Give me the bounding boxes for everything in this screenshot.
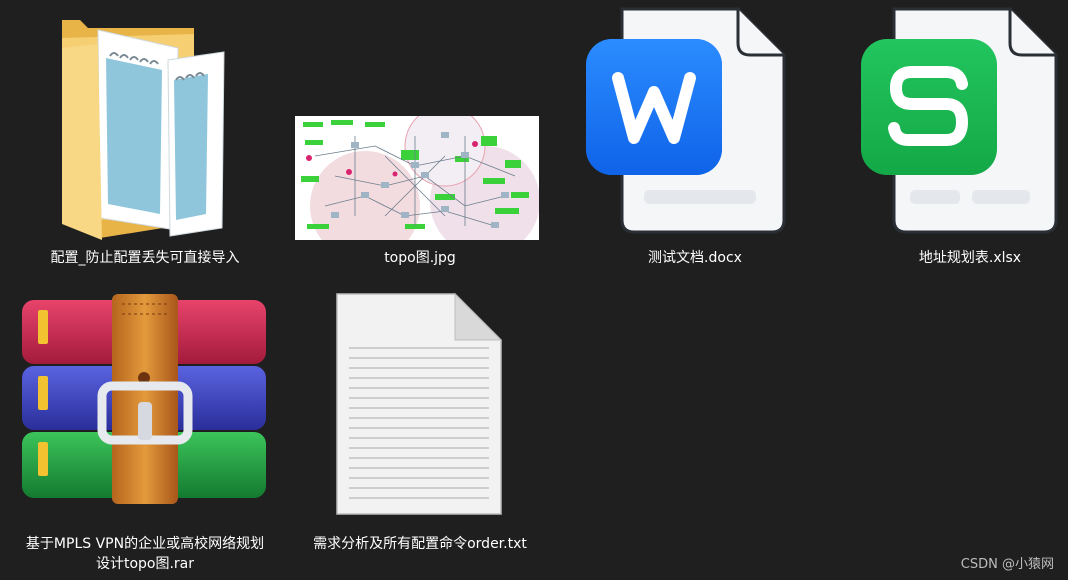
image-thumbnail-icon xyxy=(295,116,539,240)
folder-icon xyxy=(62,20,225,240)
file-explorer-view: 配置_防止配置丢失可直接导入 topo图.jpg 测试文档.docx 地址规划表… xyxy=(0,0,1068,580)
watermark-text: CSDN @小猿网 xyxy=(960,557,1054,572)
file-name: topo图.jpg xyxy=(384,250,456,266)
file-name-line-2: 设计topo图.rar xyxy=(95,556,195,572)
file-name-line-1: 基于MPLS VPN的企业或高校网络规划 xyxy=(25,536,265,552)
file-name: 地址规划表.xlsx xyxy=(918,250,1022,266)
file-name: 基于MPLS VPN的企业或高校网络规划 设计topo图.rar xyxy=(0,534,290,574)
text-document-icon xyxy=(336,292,503,515)
winrar-archive-icon xyxy=(22,294,266,504)
file-name: 需求分析及所有配置命令order.txt xyxy=(313,536,527,552)
file-name: 测试文档.docx xyxy=(648,250,742,266)
file-name: 配置_防止配置丢失可直接导入 xyxy=(50,250,240,266)
wps-spreadsheet-icon xyxy=(861,7,1058,234)
wps-writer-icon xyxy=(586,7,786,234)
